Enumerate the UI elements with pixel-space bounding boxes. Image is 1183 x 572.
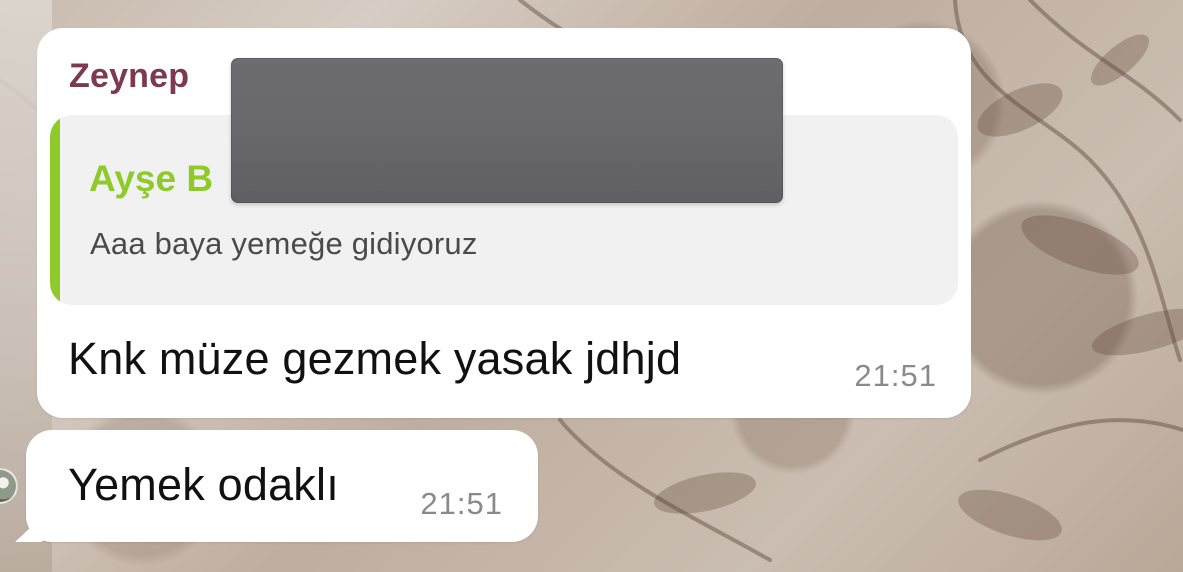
quoted-author: Ayşe B [89,158,214,199]
message-time: 21:51 [854,358,937,393]
quote-accent-bar [50,115,60,305]
message-bubble[interactable]: Yemek odaklı 21:51 [15,430,538,542]
sender-name[interactable]: Zeynep [69,57,189,96]
message-text: Yemek odaklı [68,459,339,510]
message-time: 21:51 [420,486,503,521]
redaction-overlay [231,58,783,203]
message-text: Knk müze gezmek yasak jdhjd [68,333,682,384]
quoted-text: Aaa baya yemeğe gidiyoruz [90,226,478,261]
